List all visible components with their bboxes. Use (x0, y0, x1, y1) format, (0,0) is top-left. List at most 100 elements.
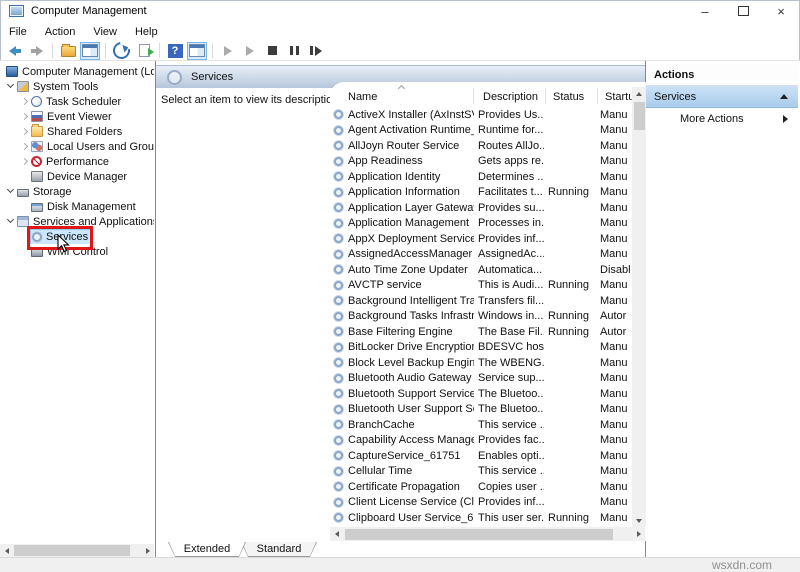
resume-service-button[interactable] (240, 42, 260, 60)
service-gear-icon (334, 249, 343, 259)
refresh-button[interactable] (109, 38, 134, 63)
service-row[interactable]: ActiveX Installer (AxInstSV) Provides Us.… (330, 107, 632, 123)
tree-item-shared-folders[interactable]: Shared Folders (0, 124, 154, 139)
column-divider[interactable] (473, 88, 474, 104)
service-row[interactable]: BitLocker Drive Encryption ... BDESVC hos… (330, 340, 632, 356)
chevron-down-icon[interactable] (5, 79, 17, 94)
service-row[interactable]: AppX Deployment Service (... Provides inf… (330, 231, 632, 247)
scroll-down-icon[interactable] (633, 514, 646, 527)
tab-standard[interactable]: Standard (241, 542, 317, 557)
list-horizontal-scrollbar[interactable] (330, 527, 645, 541)
column-divider[interactable] (597, 88, 598, 104)
service-row[interactable]: Bluetooth Audio Gateway S... Service sup.… (330, 371, 632, 387)
cell-desc: Provides Us... (478, 108, 544, 121)
service-row[interactable]: Bluetooth User Support Ser... The Bluetoo… (330, 402, 632, 418)
tree-item-storage[interactable]: Storage (0, 184, 154, 199)
service-row[interactable]: Agent Activation Runtime_... Runtime for.… (330, 123, 632, 139)
service-gear-icon (334, 420, 343, 430)
chevron-right-icon[interactable] (19, 139, 31, 154)
service-row[interactable]: Application Management Processes in... Man… (330, 216, 632, 232)
scroll-up-icon[interactable] (633, 87, 646, 100)
chevron-right-icon[interactable] (19, 154, 31, 169)
tree-item-system-tools[interactable]: System Tools (0, 79, 154, 94)
menu-help[interactable]: Help (126, 26, 167, 38)
tab-extended[interactable]: Extended (168, 542, 246, 557)
service-row[interactable]: Auto Time Zone Updater Automatica... Disab… (330, 262, 632, 278)
cell-desc: Automatica... (478, 263, 543, 276)
service-row[interactable]: Cellular Time This service ... Manu (330, 464, 632, 480)
service-row[interactable]: Bluetooth Support Service The Bluetoo... M… (330, 386, 632, 402)
service-row[interactable]: Background Intelligent Tran... Transfers … (330, 293, 632, 309)
tree-item-event-viewer[interactable]: Event Viewer (0, 109, 154, 124)
show-console-tree-button[interactable] (80, 41, 100, 60)
cell-start: Manu (600, 434, 628, 447)
tree-item-label: Event Viewer (47, 110, 112, 123)
column-header-status[interactable]: Status (553, 91, 584, 103)
scrollbar-thumb[interactable] (14, 545, 130, 556)
service-row[interactable]: Application Layer Gateway ... Provides su… (330, 200, 632, 216)
service-row[interactable]: Base Filtering Engine The Base Fil... Runn… (330, 324, 632, 340)
service-row[interactable]: Background Tasks Infrastruc... Windows in… (330, 309, 632, 325)
show-action-pane-button[interactable] (187, 41, 207, 60)
export-list-button[interactable] (134, 42, 154, 60)
up-folder-button[interactable] (58, 42, 78, 60)
stop-service-button[interactable] (262, 42, 282, 60)
tree-item-task-scheduler[interactable]: Task Scheduler (0, 94, 154, 109)
tree-item-device-manager[interactable]: Device Manager (0, 169, 154, 184)
chevron-down-icon[interactable] (5, 184, 17, 199)
service-row[interactable]: Certificate Propagation Copies user ... Ma… (330, 479, 632, 495)
scrollbar-thumb[interactable] (633, 102, 645, 130)
pause-service-button[interactable] (284, 42, 304, 60)
service-row[interactable]: Capability Access Manager ... Provides fa… (330, 433, 632, 449)
start-service-icon (224, 46, 232, 56)
tree-item-disk-management[interactable]: Disk Management (0, 199, 154, 214)
service-row[interactable]: BranchCache This service ... Manu (330, 417, 632, 433)
menu-view[interactable]: View (84, 26, 126, 38)
list-vertical-scrollbar[interactable] (632, 87, 646, 527)
chevron-down-icon[interactable] (5, 214, 17, 229)
service-row[interactable]: AllJoyn Router Service Routes AllJo... Man… (330, 138, 632, 154)
cell-desc: Provides inf... (478, 496, 544, 509)
tree-item-performance[interactable]: Performance (0, 154, 154, 169)
service-row[interactable]: AssignedAccessManager Se... AssignedAc...… (330, 247, 632, 263)
scroll-right-icon[interactable] (632, 528, 645, 541)
close-button[interactable]: × (762, 0, 800, 22)
maximize-button[interactable] (724, 0, 762, 22)
tree-horizontal-scrollbar[interactable] (0, 544, 154, 557)
scrollbar-thumb[interactable] (345, 528, 613, 540)
column-header-description[interactable]: Description (483, 91, 538, 103)
service-row[interactable]: Clipboard User Service_61751 This user se… (330, 510, 632, 526)
service-row[interactable]: Application Identity Determines ... Manu (330, 169, 632, 185)
cell-start: Disabl (600, 263, 631, 276)
forward-button[interactable] (27, 42, 47, 60)
back-button[interactable] (5, 42, 25, 60)
collapse-icon[interactable] (780, 94, 788, 99)
chevron-right-icon[interactable] (19, 94, 31, 109)
service-row[interactable]: Client License Service (ClipS... Provides… (330, 495, 632, 511)
menu-file[interactable]: File (0, 26, 36, 38)
minimize-button[interactable]: – (686, 0, 724, 22)
folder-icon (31, 124, 43, 137)
service-row[interactable]: Application Information Facilitates t... R… (330, 185, 632, 201)
service-gear-icon (334, 296, 343, 306)
restart-service-button[interactable] (306, 42, 326, 60)
column-divider[interactable] (545, 88, 546, 104)
service-row[interactable]: App Readiness Gets apps re... Manu (330, 154, 632, 170)
chevron-right-icon[interactable] (19, 124, 31, 139)
actions-group-services[interactable]: Services (646, 86, 798, 108)
column-header-startup-type[interactable]: Startu (605, 91, 634, 103)
column-header-name[interactable]: Name (348, 91, 377, 103)
service-row[interactable]: Block Level Backup Engine ... The WBENG..… (330, 355, 632, 371)
menu-action[interactable]: Action (36, 26, 85, 38)
chevron-right-icon[interactable] (19, 109, 31, 124)
tree-item-local-users-and-groups[interactable]: Local Users and Groups (0, 139, 154, 154)
service-row[interactable]: AVCTP service This is Audi... Running Manu (330, 278, 632, 294)
service-row[interactable]: CaptureService_61751 Enables opti... Manu (330, 448, 632, 464)
start-service-button[interactable] (218, 42, 238, 60)
scroll-left-icon[interactable] (0, 544, 13, 557)
scroll-left-icon[interactable] (330, 528, 343, 541)
scroll-right-icon[interactable] (141, 544, 154, 557)
more-actions-item[interactable]: More Actions (646, 110, 798, 127)
tree-item-computer-management-local[interactable]: Computer Management (Local (0, 64, 154, 79)
help-button[interactable] (165, 42, 185, 60)
